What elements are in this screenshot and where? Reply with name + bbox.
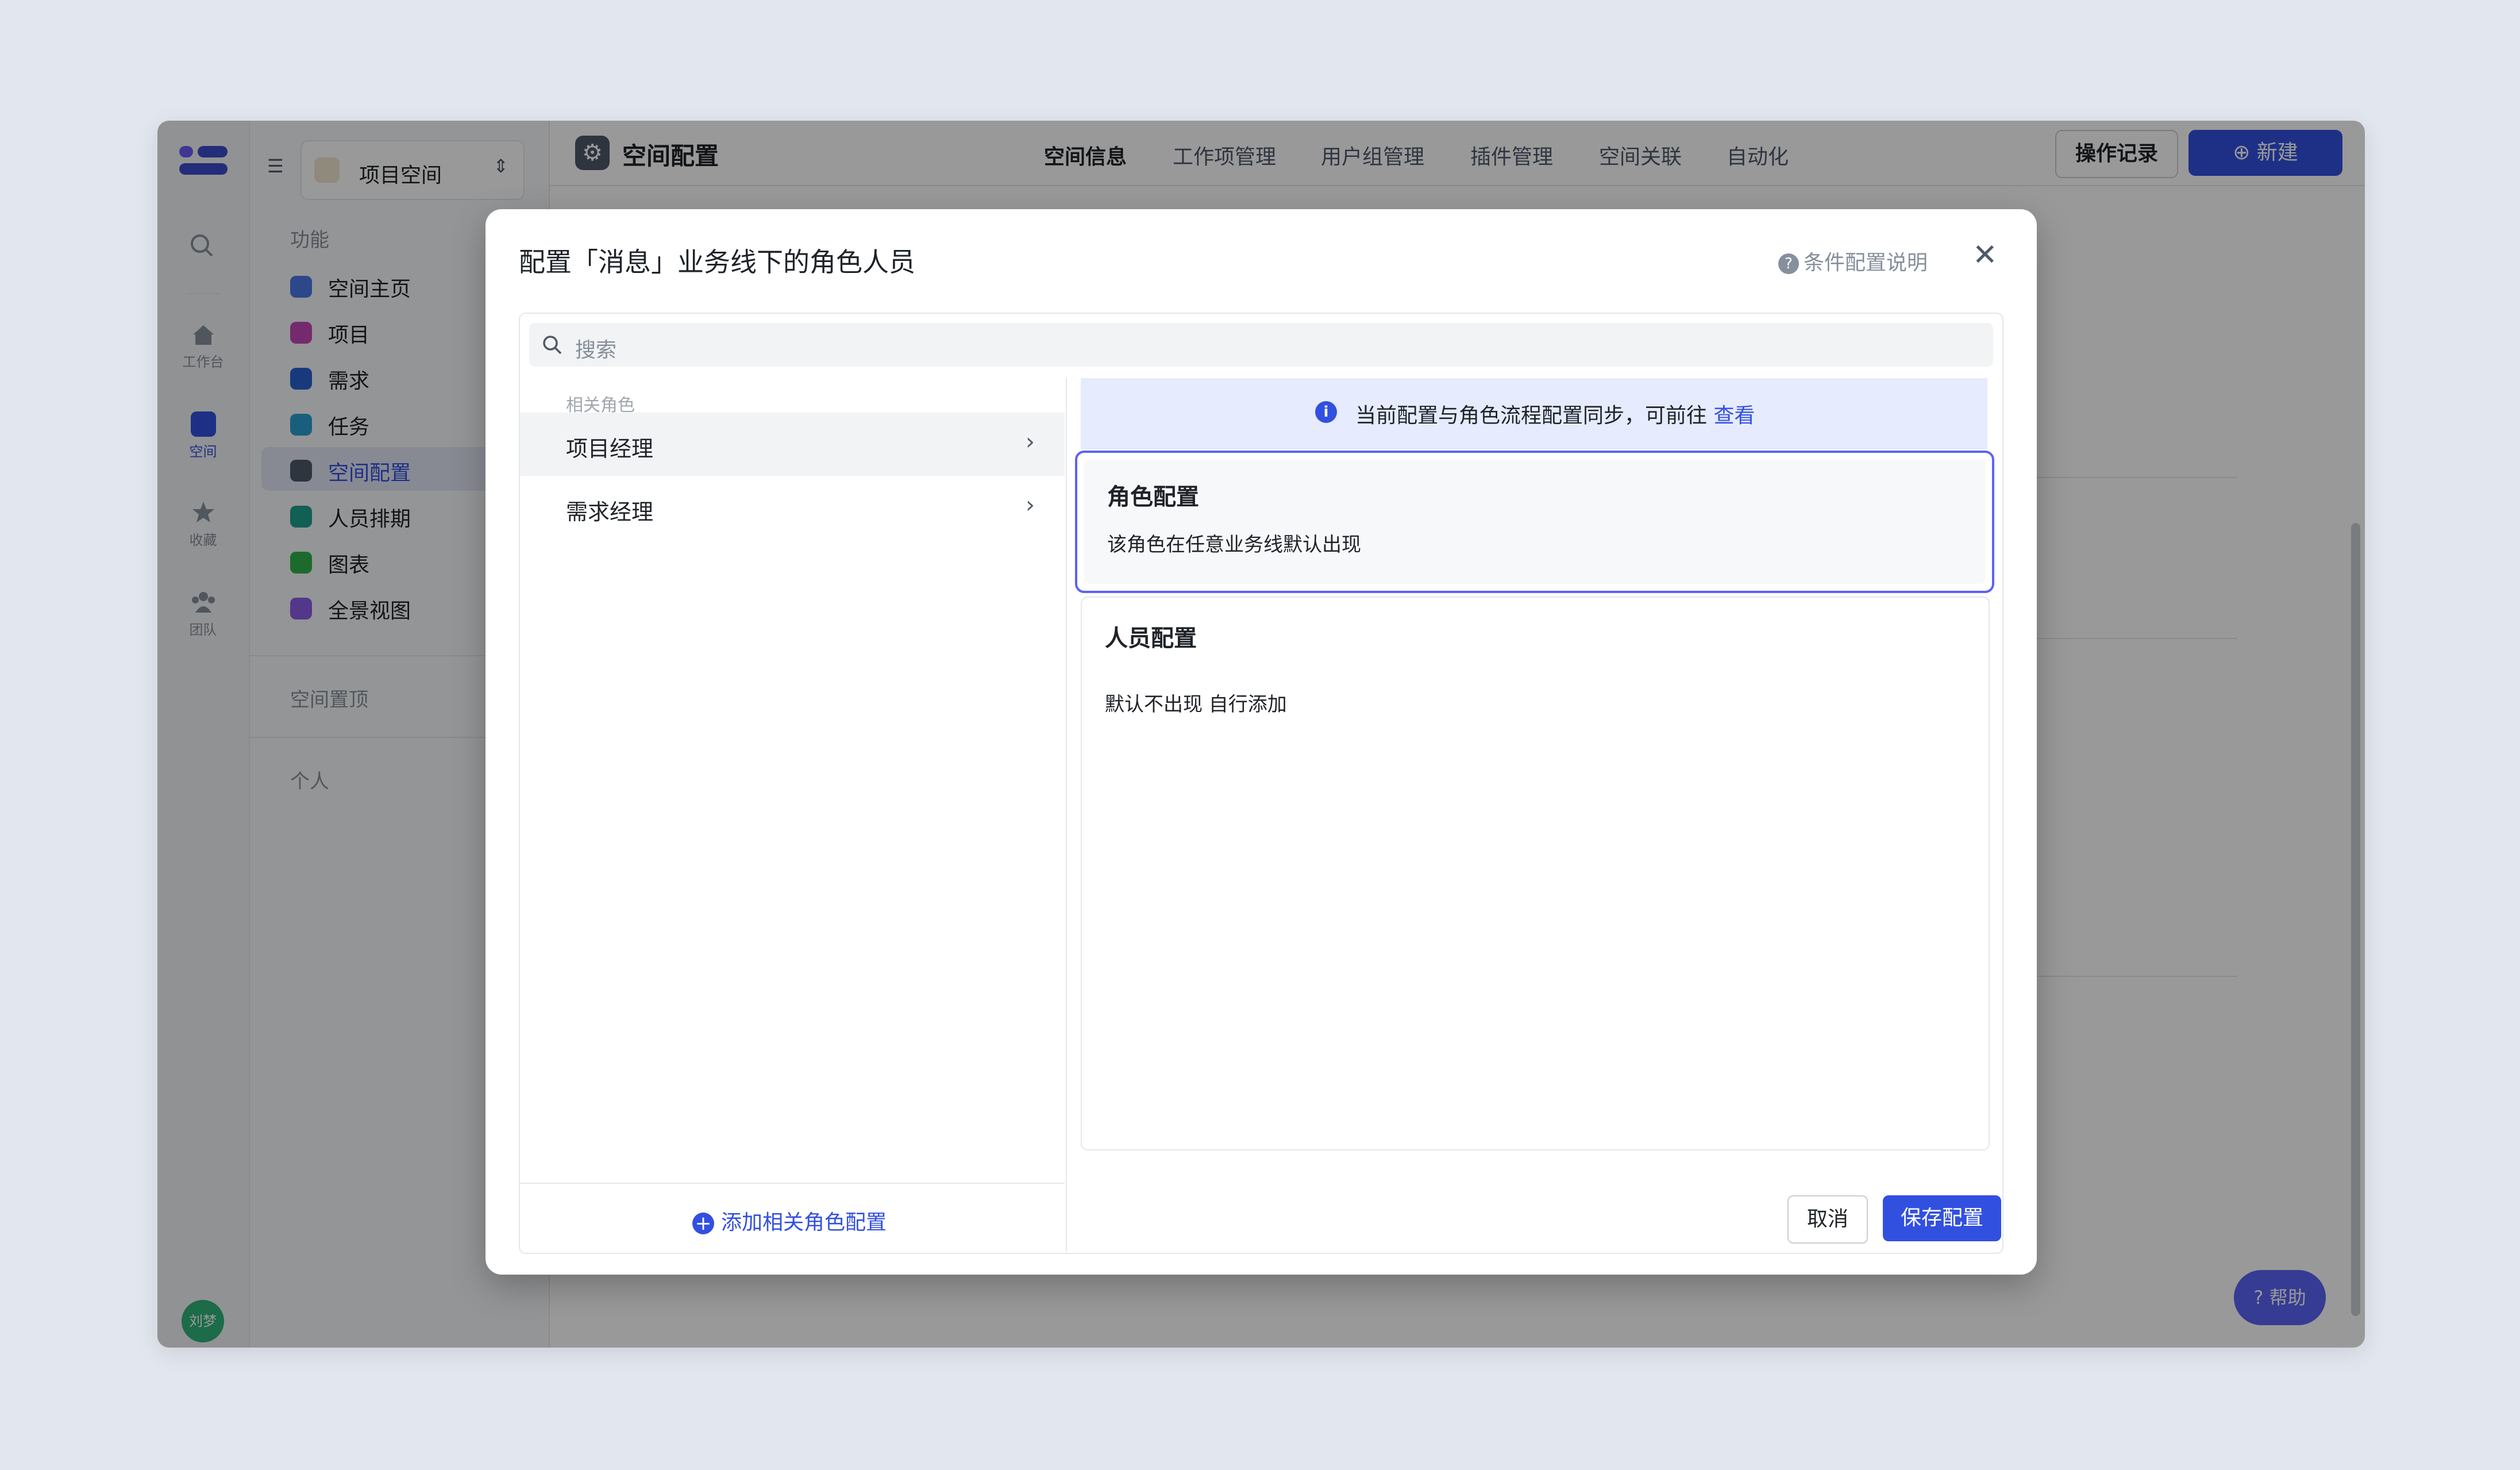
add-role-config-button[interactable]: + 添加相关角色配置: [692, 1206, 887, 1236]
condition-help-link[interactable]: ? 条件配置说明: [1778, 246, 1928, 276]
chevron-right-icon: ›: [1026, 429, 1035, 455]
chevron-right-icon: ›: [1026, 492, 1035, 518]
search-icon: [542, 334, 562, 355]
search-placeholder: 搜索: [575, 338, 617, 362]
plus-circle-icon: +: [692, 1213, 714, 1234]
question-icon: ?: [1778, 253, 1799, 274]
role-config-dialog: 配置「消息」业务线下的角色人员 ? 条件配置说明 ✕ 搜索 相关角色 项目经理 ›…: [485, 209, 2037, 1275]
cancel-button[interactable]: 取消: [1787, 1195, 1868, 1244]
people-config-card[interactable]: 人员配置 默认不出现 自行添加: [1081, 597, 1990, 1150]
role-item-requirement-manager[interactable]: 需求经理 ›: [520, 476, 1065, 539]
banner-text-wrap: 当前配置与角色流程配置同步，可前往 查看: [1355, 399, 1755, 429]
dialog-title: 配置「消息」业务线下的角色人员: [519, 247, 915, 278]
close-icon[interactable]: ✕: [1972, 238, 1998, 272]
role-detail: i 当前配置与角色流程配置同步，可前往 查看 角色配置 该角色在任意业务线默认出…: [1075, 378, 1994, 1246]
dialog-panel: 搜索 相关角色 项目经理 › 需求经理 › + 添加相关角色配置 i 当前配置与角…: [519, 313, 2003, 1254]
role-label: 项目经理: [566, 436, 654, 461]
role-config-title: 角色配置: [1107, 484, 1199, 510]
people-config-desc: 默认不出现 自行添加: [1105, 693, 1287, 716]
role-label: 需求经理: [566, 499, 654, 525]
sync-info-banner: i 当前配置与角色流程配置同步，可前往 查看: [1081, 378, 1987, 449]
people-config-title: 人员配置: [1105, 625, 1197, 652]
save-config-button[interactable]: 保存配置: [1883, 1195, 2001, 1241]
role-item-project-manager[interactable]: 项目经理 ›: [520, 413, 1065, 476]
role-list-footer-divider: [520, 1183, 1065, 1184]
condition-help-label: 条件配置说明: [1804, 251, 1928, 275]
banner-text: 当前配置与角色流程配置同步，可前往: [1355, 404, 1708, 428]
search-input[interactable]: 搜索: [529, 323, 1993, 367]
add-role-config-label: 添加相关角色配置: [721, 1211, 887, 1234]
info-icon: i: [1315, 401, 1337, 423]
banner-view-link[interactable]: 查看: [1713, 404, 1755, 428]
role-config-desc: 该角色在任意业务线默认出现: [1107, 533, 1361, 556]
role-config-card[interactable]: 角色配置 该角色在任意业务线默认出现: [1075, 451, 1994, 593]
role-config-card-body: 角色配置 该角色在任意业务线默认出现: [1084, 460, 1985, 584]
role-list: 相关角色 项目经理 › 需求经理 › + 添加相关角色配置: [520, 378, 1067, 1252]
